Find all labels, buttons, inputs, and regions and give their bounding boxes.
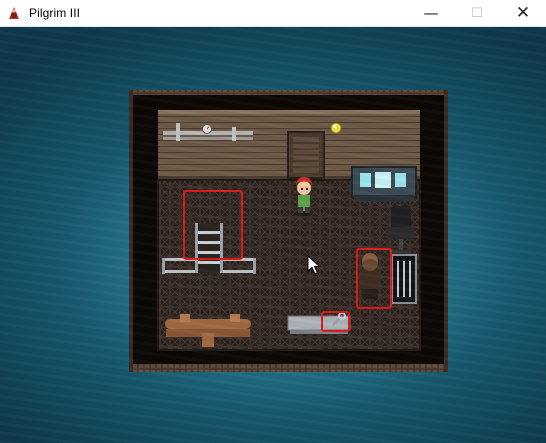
control-console [351, 166, 417, 202]
game-viewport[interactable] [0, 27, 546, 443]
game-window: Pilgrim III — ☐ ✕ [0, 0, 546, 443]
wall-lamp [330, 122, 342, 134]
close-button[interactable]: ✕ [500, 0, 546, 26]
stairs-highlight [183, 190, 243, 260]
maximize-button[interactable]: ☐ [454, 0, 500, 26]
mouse-pointer-icon [307, 255, 321, 275]
map-scene [129, 90, 448, 372]
crew-highlight [356, 248, 392, 309]
wrench-highlight [321, 311, 350, 332]
pressure-gauge [202, 124, 212, 134]
window-title: Pilgrim III [29, 6, 81, 20]
minimize-button[interactable]: — [408, 0, 454, 26]
ventilation-grate [287, 131, 325, 179]
title-bar[interactable]: Pilgrim III — ☐ ✕ [0, 0, 546, 27]
open-doorway [391, 254, 417, 304]
pilgrim-app-icon [6, 5, 22, 21]
